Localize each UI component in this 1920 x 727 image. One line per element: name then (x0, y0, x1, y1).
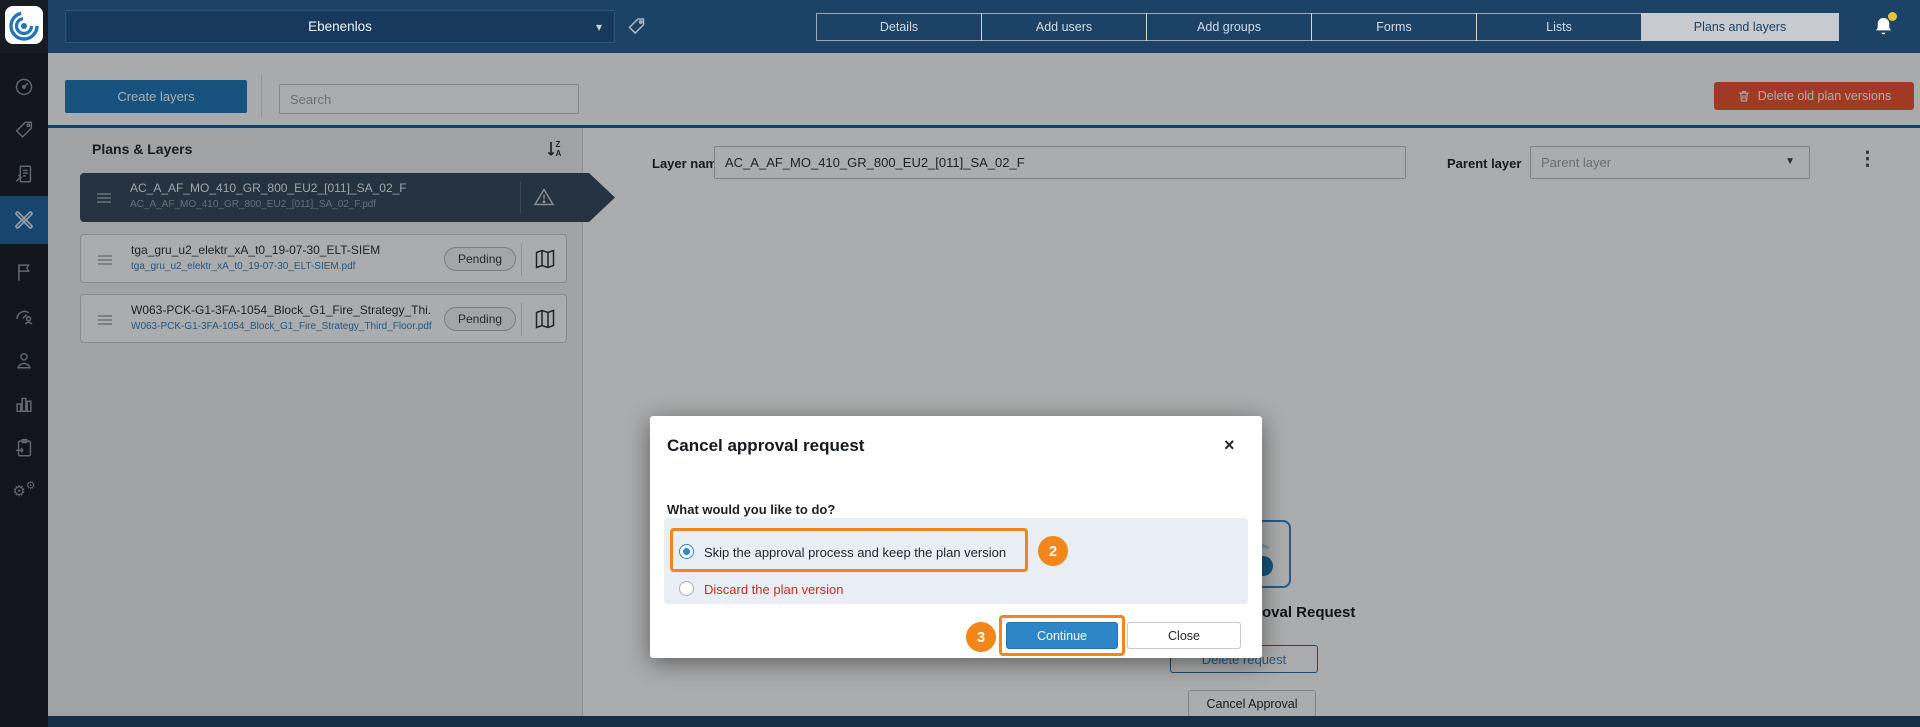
annotation-badge-3: 3 (966, 622, 996, 652)
radio-discard-plan[interactable] (679, 581, 694, 596)
app-screen: Ebenenlos ▾ Details Add users Add groups… (0, 0, 1920, 727)
option-discard-label[interactable]: Discard the plan version (704, 582, 843, 597)
project-dropdown-value: Ebenenlos (308, 19, 372, 34)
continue-button[interactable]: Continue (1006, 622, 1118, 649)
tab-details[interactable]: Details (816, 13, 982, 41)
tab-add-users[interactable]: Add users (981, 13, 1147, 41)
close-icon[interactable]: × (1224, 435, 1235, 456)
chevron-down-icon: ▾ (596, 20, 602, 34)
annotation-badge-2: 2 (1038, 536, 1068, 566)
modal-question: What would you like to do? (667, 502, 835, 517)
modal-close-button[interactable]: Close (1127, 622, 1241, 649)
tab-forms[interactable]: Forms (1311, 13, 1477, 41)
top-navigation-bar: Ebenenlos ▾ Details Add users Add groups… (0, 0, 1920, 53)
cancel-approval-request-modal: Cancel approval request × What would you… (650, 416, 1262, 658)
annotation-box-step-2 (670, 528, 1028, 572)
tag-icon[interactable] (626, 16, 647, 42)
app-logo[interactable] (5, 6, 43, 49)
modal-title: Cancel approval request (667, 436, 864, 456)
tab-plans-and-layers[interactable]: Plans and layers (1641, 13, 1839, 41)
tab-add-groups[interactable]: Add groups (1146, 13, 1312, 41)
notification-badge (1888, 12, 1897, 21)
top-tabs: Details Add users Add groups Forms Lists… (817, 13, 1839, 41)
project-dropdown[interactable]: Ebenenlos ▾ (65, 10, 615, 43)
tab-lists[interactable]: Lists (1476, 13, 1642, 41)
